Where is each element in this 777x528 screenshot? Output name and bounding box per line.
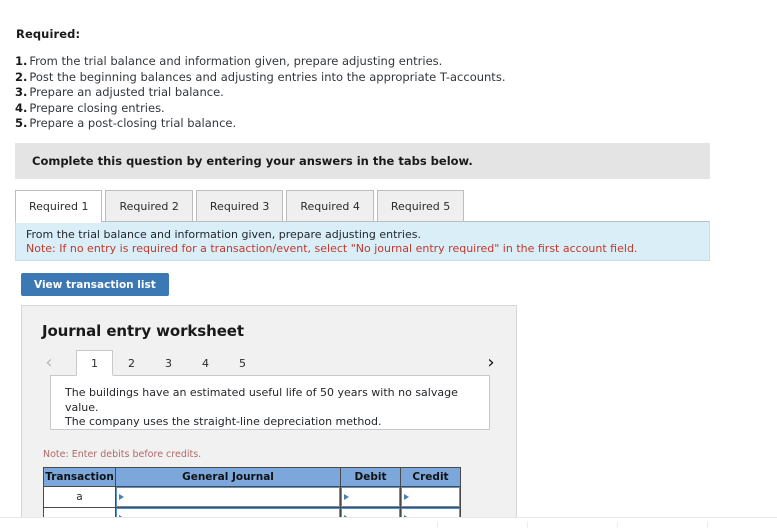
cell-transaction: a (43, 486, 116, 508)
required-item-text: Post the beginning balances and adjustin… (29, 69, 506, 84)
chevron-left-icon[interactable]: ‹ (40, 353, 58, 373)
journal-entry-worksheet-panel: Journal entry worksheet ‹ 1 2 3 4 5 › Th… (21, 305, 517, 528)
table-row: a (43, 486, 461, 508)
cell-debit[interactable] (340, 486, 401, 508)
view-transaction-list-button[interactable]: View transaction list (21, 273, 169, 296)
worksheet-description-box: The buildings have an estimated useful l… (50, 375, 490, 430)
required-list-item: 5. Prepare a post-closing trial balance. (15, 116, 615, 132)
general-journal-select[interactable] (116, 487, 340, 507)
worksheet-entry-tabs: 1 2 3 4 5 (76, 350, 261, 376)
required-tabstrip: Required 1 Required 2 Required 3 Require… (15, 189, 710, 223)
required-item-text: Prepare a post-closing trial balance. (29, 116, 237, 131)
required-item-text: Prepare an adjusted trial balance. (29, 85, 224, 100)
tab-required-1[interactable]: Required 1 (15, 190, 103, 223)
debits-before-credits-note: Note: Enter debits before credits. (43, 449, 202, 460)
worksheet-nav: ‹ 1 2 3 4 5 › (22, 350, 516, 376)
worksheet-title: Journal entry worksheet (42, 322, 244, 340)
tab-required-4[interactable]: Required 4 (286, 190, 374, 222)
worksheet-description-line: The buildings have an estimated useful l… (65, 386, 458, 414)
credit-input[interactable] (401, 487, 460, 507)
required-item-number: 4. (15, 100, 28, 115)
tab-required-3[interactable]: Required 3 (195, 190, 284, 222)
divider-tick (707, 522, 708, 528)
worksheet-tab-4[interactable]: 4 (187, 350, 224, 376)
table-header-row: Transaction General Journal Debit Credit (43, 467, 461, 487)
debit-input[interactable] (341, 487, 400, 507)
page-bottom-divider (0, 517, 777, 528)
required-item-text: Prepare closing entries. (29, 100, 165, 115)
column-header-general-journal: General Journal (115, 467, 341, 487)
divider-tick (527, 522, 528, 528)
required-heading: Required: (16, 27, 81, 41)
worksheet-description-line: The company uses the straight-line depre… (65, 415, 382, 428)
required-item-number: 5. (15, 116, 28, 131)
worksheet-tab-3[interactable]: 3 (150, 350, 187, 376)
required-item-text: From the trial balance and information g… (29, 54, 443, 68)
instruction-banner: Complete this question by entering your … (15, 143, 710, 179)
task-info-note: Note: If no entry is required for a tran… (26, 242, 638, 255)
required-item-number: 2. (15, 69, 28, 84)
task-info-instruction: From the trial balance and information g… (26, 228, 421, 241)
required-item-number: 3. (15, 85, 28, 100)
divider-tick (437, 522, 438, 528)
tab-required-5[interactable]: Required 5 (376, 190, 465, 222)
chevron-right-icon[interactable]: › (482, 353, 500, 373)
worksheet-tab-1[interactable]: 1 (76, 350, 113, 376)
required-list-item: 2. Post the beginning balances and adjust… (15, 70, 615, 86)
required-list-item: 1. From the trial balance and information… (15, 54, 615, 70)
instruction-banner-text: Complete this question by entering your … (32, 154, 473, 168)
question-page: Required: 1. From the trial balance and i… (0, 0, 777, 528)
divider-tick (617, 522, 618, 528)
task-info-panel: From the trial balance and information g… (15, 221, 710, 261)
column-header-credit: Credit (400, 467, 461, 487)
required-list-item: 3. Prepare an adjusted trial balance. (15, 85, 615, 101)
column-header-debit: Debit (340, 467, 401, 487)
required-item-number: 1. (15, 54, 28, 68)
cell-credit[interactable] (400, 486, 461, 508)
required-list-item: 4. Prepare closing entries. (15, 101, 615, 117)
required-list: 1. From the trial balance and information… (15, 54, 615, 132)
column-header-transaction: Transaction (43, 467, 116, 487)
tab-required-2[interactable]: Required 2 (105, 190, 193, 222)
cell-general-journal[interactable] (115, 486, 341, 508)
worksheet-tab-2[interactable]: 2 (113, 350, 150, 376)
worksheet-tab-5[interactable]: 5 (224, 350, 261, 376)
